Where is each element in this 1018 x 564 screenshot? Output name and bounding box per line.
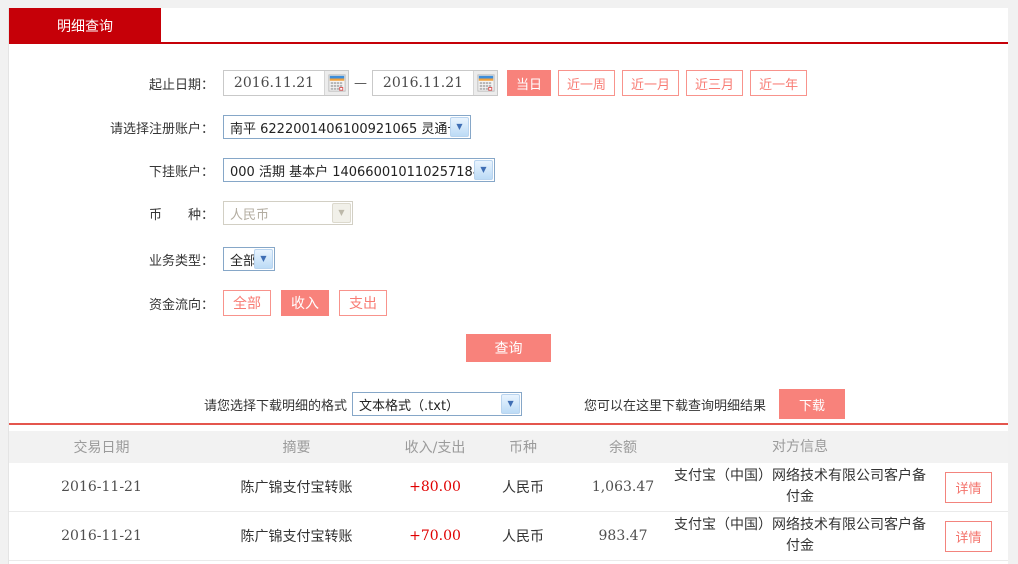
date-range-label: 起止日期： [148, 77, 214, 93]
cell-summary: 陈广锦支付宝转账 [240, 529, 353, 545]
sub-account-value: 000 活期 基本户 1406600101102571848 [230, 164, 474, 180]
chevron-down-icon: ▼ [450, 117, 469, 137]
register-account-label: 请选择注册账户： [109, 121, 214, 137]
date-to-input[interactable]: 2016.11.21 [372, 70, 498, 96]
header-balance: 余额 [609, 440, 637, 456]
quick-range-today-button[interactable]: 当日 [507, 70, 552, 96]
download-button[interactable]: 下载 [779, 389, 846, 419]
cell-amount: +70.00 [409, 528, 461, 544]
currency-row: 币 种： 人民币 ▼ [9, 200, 1008, 226]
download-hint: 您可以在这里下载查询明细结果 [584, 398, 767, 414]
quick-range-month-button[interactable]: 近一月 [622, 70, 680, 96]
register-account-value: 南平 6222001406100921065 灵通卡 [230, 121, 450, 137]
cell-date: 2016-11-21 [61, 528, 142, 544]
calendar-icon[interactable] [473, 71, 497, 95]
sub-account-label: 下挂账户： [148, 164, 214, 180]
currency-select: 人民币 ▼ [223, 201, 353, 225]
cell-currency: 人民币 [502, 480, 544, 496]
fund-flow-label: 资金流向： [148, 297, 214, 313]
header-amount: 收入/支出 [404, 440, 466, 456]
currency-value: 人民币 [230, 207, 270, 223]
cell-amount: +80.00 [409, 479, 461, 495]
business-type-row: 业务类型： 全部 ▼ [9, 246, 1008, 272]
table-row: 2016-11-21 陈广锦支付宝转账 +80.00 人民币 1,063.47 … [9, 463, 1008, 512]
business-type-value: 全部 [230, 253, 254, 269]
header-currency: 币种 [509, 440, 537, 456]
quick-range-week-button[interactable]: 近一周 [558, 70, 616, 96]
calendar-icon[interactable] [324, 71, 348, 95]
chevron-down-icon: ▼ [474, 160, 493, 180]
header-counterparty: 对方信息 [772, 438, 828, 455]
download-format-label: 请您选择下载明细的格式 [204, 398, 348, 414]
detail-button[interactable]: 详情 [945, 471, 992, 503]
cell-balance: 983.47 [598, 528, 648, 544]
chevron-down-icon: ▼ [501, 394, 521, 414]
register-account-row: 请选择注册账户： 南平 6222001406100921065 灵通卡 ▼ [9, 114, 1008, 140]
header-date: 交易日期 [73, 440, 130, 456]
table-row: 2016-11-21 陈广锦支付宝转账 +70.00 人民币 983.47 支付… [9, 512, 1008, 561]
tab-bar: 明细查询 [9, 8, 1008, 44]
date-from-value: 2016.11.21 [233, 75, 315, 91]
date-separator: — [354, 75, 367, 91]
chevron-down-icon: ▼ [254, 249, 273, 269]
quick-range-year-button[interactable]: 近一年 [750, 70, 808, 96]
cell-currency: 人民币 [502, 529, 544, 545]
chevron-down-icon: ▼ [332, 203, 351, 223]
date-range-row: 起止日期： 2016.11.21 — 2016.11.21 当日 近一周 近一月… [9, 70, 1008, 96]
download-format-value: 文本格式（.txt） [359, 398, 460, 414]
tab-label: 明细查询 [57, 19, 113, 35]
date-to-value: 2016.11.21 [382, 75, 464, 91]
date-from-input[interactable]: 2016.11.21 [223, 70, 349, 96]
business-type-label: 业务类型： [148, 253, 214, 269]
page: 明细查询 起止日期： 2016.11.21 — 2016.11.21 当日 近一… [0, 0, 1018, 564]
download-format-select[interactable]: 文本格式（.txt） ▼ [352, 392, 523, 416]
register-account-select[interactable]: 南平 6222001406100921065 灵通卡 ▼ [223, 115, 471, 139]
results-table: 交易日期 摘要 收入/支出 币种 余额 对方信息 2016-11-21 陈广锦支… [9, 431, 1008, 561]
sub-account-select[interactable]: 000 活期 基本户 1406600101102571848 ▼ [223, 158, 495, 182]
download-row: 请您选择下载明细的格式 文本格式（.txt） ▼ 您可以在这里下载查询明细结果 … [9, 389, 1008, 419]
cell-balance: 1,063.47 [591, 479, 655, 495]
query-button-row: 查询 [9, 334, 1008, 362]
quick-range-3months-button[interactable]: 近三月 [686, 70, 744, 96]
fund-flow-all-button[interactable]: 全部 [223, 290, 271, 316]
tab-detail-query[interactable]: 明细查询 [9, 8, 161, 44]
cell-date: 2016-11-21 [61, 479, 142, 495]
fund-flow-row: 资金流向： 全部 收入 支出 [9, 289, 1008, 317]
currency-label: 币 种： [148, 207, 214, 223]
business-type-select[interactable]: 全部 ▼ [223, 247, 275, 271]
header-summary: 摘要 [282, 440, 311, 456]
fund-flow-income-button[interactable]: 收入 [281, 290, 329, 316]
sub-account-row: 下挂账户： 000 活期 基本户 1406600101102571848 ▼ [9, 157, 1008, 183]
detail-button[interactable]: 详情 [945, 520, 992, 552]
table-header-row: 交易日期 摘要 收入/支出 币种 余额 对方信息 [9, 431, 1008, 463]
query-button[interactable]: 查询 [466, 334, 551, 362]
cell-counterparty: 支付宝（中国）网络技术有限公司客户备付金 [674, 468, 926, 505]
fund-flow-expense-button[interactable]: 支出 [339, 290, 387, 316]
cell-summary: 陈广锦支付宝转账 [240, 480, 353, 496]
section-divider [9, 423, 1008, 425]
cell-counterparty: 支付宝（中国）网络技术有限公司客户备付金 [674, 517, 926, 554]
content-panel: 明细查询 起止日期： 2016.11.21 — 2016.11.21 当日 近一… [8, 8, 1008, 564]
query-form: 起止日期： 2016.11.21 — 2016.11.21 当日 近一周 近一月… [9, 44, 1008, 425]
